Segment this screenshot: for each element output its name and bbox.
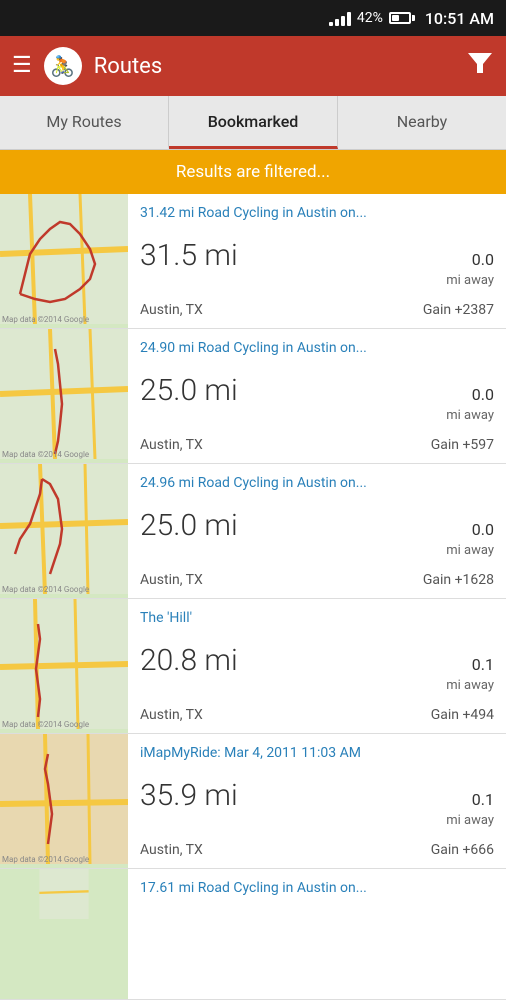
route-distance-1: 31.5 mi [140, 238, 238, 273]
route-title-3[interactable]: 24.96 mi Road Cycling in Austin on... [140, 474, 494, 492]
route-list: Map data ©2014 Google 31.42 mi Road Cycl… [0, 194, 506, 1000]
route-map-5: Map data ©2014 Google [0, 734, 128, 868]
svg-text:Map data ©2014 Google: Map data ©2014 Google [2, 450, 89, 459]
signal-icon [329, 10, 351, 26]
route-info-2: 24.90 mi Road Cycling in Austin on... 25… [128, 329, 506, 463]
battery-icon [389, 12, 415, 24]
route-away-5: 0.1 mi away [446, 789, 494, 830]
route-info-4: The 'Hill' 20.8 mi 0.1 mi away Austin, T… [128, 599, 506, 733]
app-logo: 🚴 [44, 47, 82, 85]
route-title-1[interactable]: 31.42 mi Road Cycling in Austin on... [140, 204, 494, 222]
menu-icon[interactable]: ☰ [12, 55, 32, 77]
route-bottom-4: Austin, TX Gain +494 [140, 707, 494, 723]
route-map-4: Map data ©2014 Google [0, 599, 128, 733]
route-gain-3: Gain +1628 [423, 572, 494, 588]
status-bar: 42% 10:51 AM [0, 0, 506, 36]
route-location-1: Austin, TX [140, 302, 203, 318]
route-location-4: Austin, TX [140, 707, 203, 723]
route-info-3: 24.96 mi Road Cycling in Austin on... 25… [128, 464, 506, 598]
list-item[interactable]: Map data ©2014 Google 24.96 mi Road Cycl… [0, 464, 506, 599]
route-gain-5: Gain +666 [431, 842, 494, 858]
svg-text:Map data ©2014 Google: Map data ©2014 Google [2, 315, 89, 324]
route-gain-2: Gain +597 [431, 437, 494, 453]
svg-text:Map data ©2014 Google: Map data ©2014 Google [2, 855, 89, 864]
route-title-4[interactable]: The 'Hill' [140, 609, 494, 627]
route-info-5: iMapMyRide: Mar 4, 2011 11:03 AM 35.9 mi… [128, 734, 506, 868]
route-title-2[interactable]: 24.90 mi Road Cycling in Austin on... [140, 339, 494, 357]
tab-nearby[interactable]: Nearby [338, 96, 506, 149]
svg-text:Map data ©2014 Google: Map data ©2014 Google [2, 720, 89, 729]
route-map-2: Map data ©2014 Google [0, 329, 128, 463]
route-away-1: 0.0 mi away [446, 249, 494, 290]
route-bottom-5: Austin, TX Gain +666 [140, 842, 494, 858]
route-title-5[interactable]: iMapMyRide: Mar 4, 2011 11:03 AM [140, 744, 494, 762]
tabs: My Routes Bookmarked Nearby [0, 96, 506, 150]
nav-left: ☰ 🚴 Routes [12, 47, 162, 85]
route-gain-1: Gain +2387 [423, 302, 494, 318]
route-location-2: Austin, TX [140, 437, 203, 453]
list-item[interactable]: Map data ©2014 Google The 'Hill' 20.8 mi… [0, 599, 506, 734]
route-distance-4: 20.8 mi [140, 643, 238, 678]
battery-percent: 42% [357, 10, 383, 26]
route-distance-5: 35.9 mi [140, 778, 238, 813]
route-away-2: 0.0 mi away [446, 384, 494, 425]
filter-icon[interactable] [466, 49, 494, 83]
top-nav: ☰ 🚴 Routes [0, 36, 506, 96]
route-distance-2: 25.0 mi [140, 373, 238, 408]
app-title: Routes [94, 54, 162, 79]
tab-my-routes[interactable]: My Routes [0, 96, 169, 149]
route-bottom-3: Austin, TX Gain +1628 [140, 572, 494, 588]
route-map-3: Map data ©2014 Google [0, 464, 128, 598]
svg-text:Map data ©2014 Google: Map data ©2014 Google [2, 585, 89, 594]
filter-banner: Results are filtered... [0, 150, 506, 194]
route-map-6 [0, 869, 128, 999]
route-distance-3: 25.0 mi [140, 508, 238, 543]
route-info-1: 31.42 mi Road Cycling in Austin on... 31… [128, 194, 506, 328]
route-away-3: 0.0 mi away [446, 519, 494, 560]
route-away-4: 0.1 mi away [446, 654, 494, 695]
route-map-1: Map data ©2014 Google [0, 194, 128, 328]
list-item[interactable]: Map data ©2014 Google 24.90 mi Road Cycl… [0, 329, 506, 464]
route-title-6[interactable]: 17.61 mi Road Cycling in Austin on... [140, 879, 494, 897]
route-bottom-1: Austin, TX Gain +2387 [140, 302, 494, 318]
route-info-6: 17.61 mi Road Cycling in Austin on... [128, 869, 506, 999]
route-gain-4: Gain +494 [431, 707, 494, 723]
list-item[interactable]: Map data ©2014 Google 31.42 mi Road Cycl… [0, 194, 506, 329]
route-location-3: Austin, TX [140, 572, 203, 588]
cyclist-icon: 🚴 [50, 54, 75, 78]
list-item[interactable]: Map data ©2014 Google iMapMyRide: Mar 4,… [0, 734, 506, 869]
tab-bookmarked[interactable]: Bookmarked [169, 96, 338, 149]
route-bottom-2: Austin, TX Gain +597 [140, 437, 494, 453]
route-location-5: Austin, TX [140, 842, 203, 858]
status-time: 10:51 AM [425, 9, 494, 28]
list-item[interactable]: 17.61 mi Road Cycling in Austin on... [0, 869, 506, 1000]
